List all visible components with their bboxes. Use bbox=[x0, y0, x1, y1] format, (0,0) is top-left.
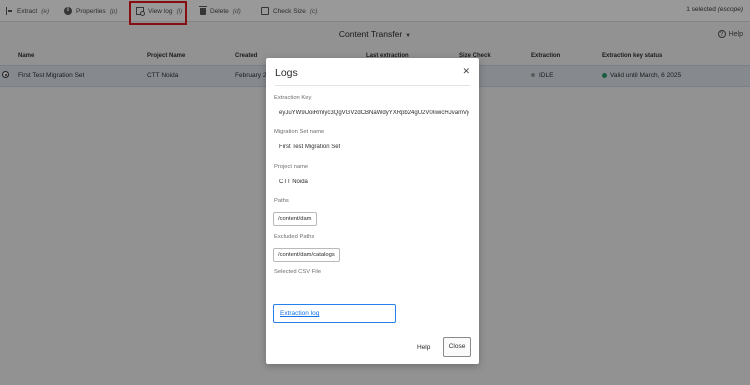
extraction-key-value[interactable]: eyJuYW9iJoiRmlyc3QgVGVzdCBNaWdyYXRpb24gU… bbox=[279, 110, 469, 116]
dialog-help-button[interactable]: Help bbox=[417, 344, 430, 351]
selected-csv-label: Selected CSV File bbox=[274, 269, 322, 275]
paths-tag: /content/dam bbox=[273, 212, 317, 226]
excluded-paths-label: Excluded Paths bbox=[274, 234, 315, 240]
logs-dialog: Logs ✕ Extraction Key eyJuYW9iJoiRmlyc3Q… bbox=[266, 58, 479, 364]
migration-set-label: Migration Set name bbox=[274, 129, 325, 135]
dialog-title: Logs bbox=[275, 67, 298, 79]
extraction-log-link[interactable]: Extraction log bbox=[273, 304, 396, 323]
dialog-divider bbox=[275, 85, 470, 86]
extraction-key-label: Extraction Key bbox=[274, 95, 312, 101]
migration-set-value: First Test Migration Set bbox=[279, 144, 341, 150]
paths-label: Paths bbox=[274, 198, 289, 204]
project-name-value: CTT Noida bbox=[279, 179, 308, 185]
project-name-label: Project name bbox=[274, 164, 309, 170]
close-icon[interactable]: ✕ bbox=[462, 66, 470, 77]
excluded-paths-tag: /content/dam/catalogs bbox=[273, 248, 340, 262]
dialog-close-button[interactable]: Close bbox=[443, 337, 471, 357]
